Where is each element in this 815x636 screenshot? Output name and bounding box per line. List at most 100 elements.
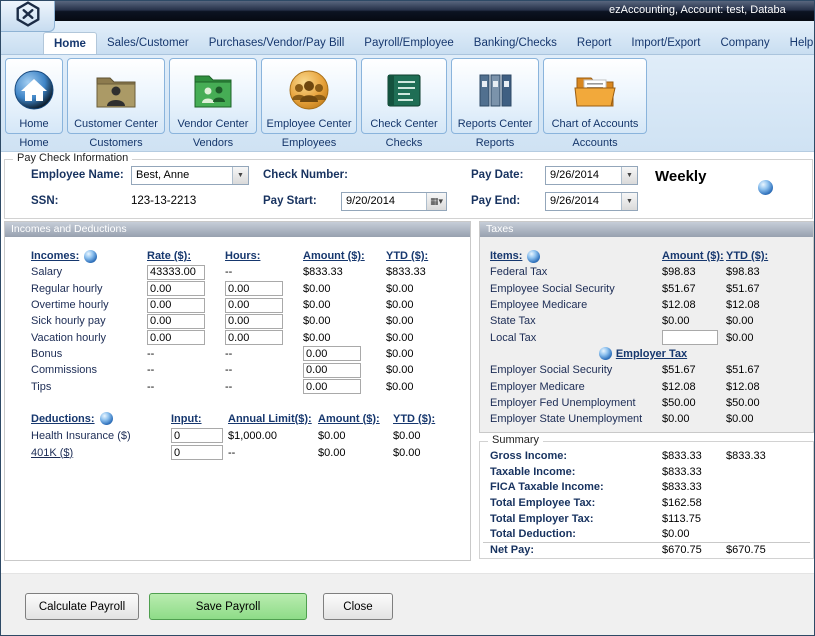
- salary-rate-input[interactable]: [147, 265, 205, 280]
- amount-cell: $0.00: [318, 447, 393, 459]
- input-cell: [171, 428, 228, 443]
- summary-groupbox: Summary Gross Income: $833.33 $833.33 Ta…: [479, 441, 814, 559]
- toolbar-sublabel-customers[interactable]: Customers: [67, 134, 165, 149]
- sick-hourly-rate-input[interactable]: [147, 314, 205, 329]
- income-row-label: Commissions: [31, 364, 147, 376]
- income-row-label: Sick hourly pay: [31, 315, 147, 327]
- 401k-input[interactable]: [171, 445, 223, 460]
- app-logo-button[interactable]: [1, 1, 55, 32]
- rate-header: Rate ($):: [147, 250, 225, 262]
- overtime-hourly-rate-input[interactable]: [147, 298, 205, 313]
- tab-report[interactable]: Report: [567, 32, 622, 54]
- report-binders-icon: [472, 61, 518, 118]
- amount-cell: $0.00: [303, 332, 386, 344]
- hours-cell: --: [225, 364, 303, 376]
- regular-hourly-rate-input[interactable]: [147, 281, 205, 296]
- amount-cell: $98.83: [662, 266, 726, 278]
- rate-cell: --: [147, 381, 225, 393]
- toolbar-button-vendor-center[interactable]: Vendor Center: [169, 58, 257, 134]
- amount-cell: $51.67: [662, 364, 726, 376]
- commissions-amount-input[interactable]: [303, 363, 361, 378]
- calendar-dropdown-icon[interactable]: ▦▾: [426, 193, 446, 210]
- ytd-header: YTD ($):: [386, 250, 452, 262]
- vacation-hourly-hours-input[interactable]: [225, 330, 283, 345]
- toolbar-sublabel-accounts[interactable]: Accounts: [543, 134, 647, 149]
- amount-cell: $0.00: [303, 283, 386, 295]
- tab-import-export[interactable]: Import/Export: [621, 32, 710, 54]
- ytd-cell: $833.33: [386, 266, 452, 278]
- hours-cell: --: [225, 381, 303, 393]
- local-tax-amount-input[interactable]: [662, 330, 718, 345]
- ytd-cell: $0.00: [386, 348, 452, 360]
- tab-banking-checks[interactable]: Banking/Checks: [464, 32, 567, 54]
- help-globe-icon[interactable]: [758, 180, 773, 195]
- tool-home: Home Home: [5, 58, 63, 149]
- employer-tax-subheader: Employer Tax: [490, 347, 796, 360]
- tab-purchases-vendor-pay-bill[interactable]: Purchases/Vendor/Pay Bill: [199, 32, 355, 54]
- deductions-table: Deductions: Input: Annual Limit($): Amou…: [31, 410, 459, 461]
- tool-check-center: Check Center Checks: [361, 58, 447, 149]
- hours-cell: [225, 298, 303, 313]
- pay-date-select[interactable]: 9/26/2014 ▼: [545, 166, 638, 185]
- help-globe-icon[interactable]: [84, 250, 97, 263]
- save-payroll-button[interactable]: Save Payroll: [149, 593, 307, 620]
- chevron-down-icon[interactable]: ▼: [621, 167, 637, 184]
- amount-cell: [303, 346, 386, 361]
- ytd-cell: $12.08: [726, 299, 796, 311]
- title-bar: ezAccounting, Account: test, Databa: [1, 1, 814, 21]
- calculate-payroll-button[interactable]: Calculate Payroll: [25, 593, 139, 620]
- tab-payroll-employee[interactable]: Payroll/Employee: [354, 32, 463, 54]
- tab-help[interactable]: Help: [780, 32, 815, 54]
- tips-amount-input[interactable]: [303, 379, 361, 394]
- chevron-down-icon[interactable]: ▼: [232, 167, 248, 184]
- pay-end-select[interactable]: 9/26/2014 ▼: [545, 192, 638, 211]
- summary-row-label: Net Pay:: [490, 544, 662, 556]
- toolbar-sublabel-checks[interactable]: Checks: [361, 134, 447, 149]
- summary-row-label: Taxable Income:: [490, 466, 662, 478]
- regular-hourly-hours-input[interactable]: [225, 281, 283, 296]
- toolbar-button-reports-center[interactable]: Reports Center: [451, 58, 539, 134]
- help-globe-icon[interactable]: [100, 412, 113, 425]
- tax-row-label: Local Tax: [490, 332, 662, 344]
- tab-sales-customer[interactable]: Sales/Customer: [97, 32, 199, 54]
- toolbar-button-label: Vendor Center: [178, 118, 249, 130]
- hours-cell: [225, 330, 303, 345]
- toolbar-button-customer-center[interactable]: Customer Center: [67, 58, 165, 134]
- income-row-label: Salary: [31, 266, 147, 278]
- ytd-cell: $0.00: [726, 332, 796, 344]
- pay-start-date-input[interactable]: 9/20/2014 ▦▾: [341, 192, 447, 211]
- chevron-down-icon[interactable]: ▼: [621, 193, 637, 210]
- help-globe-icon[interactable]: [599, 347, 612, 360]
- toolbar-sublabel-vendors[interactable]: Vendors: [169, 134, 257, 149]
- tab-home[interactable]: Home: [43, 32, 97, 54]
- toolbar-sublabel-reports[interactable]: Reports: [451, 134, 539, 149]
- toolbar-button-check-center[interactable]: Check Center: [361, 58, 447, 134]
- amount-header: Amount ($):: [318, 413, 393, 425]
- incomes-deductions-panel: Incomes and Deductions Incomes: Rate ($)…: [4, 221, 471, 561]
- rate-cell: [147, 298, 225, 313]
- summary-row-label: FICA Taxable Income:: [490, 481, 662, 493]
- pay-date-value: 9/26/2014: [546, 167, 621, 184]
- window-title: ezAccounting, Account: test, Databa: [609, 4, 786, 16]
- vacation-hourly-rate-input[interactable]: [147, 330, 205, 345]
- overtime-hourly-hours-input[interactable]: [225, 298, 283, 313]
- toolbar-sublabel-employees[interactable]: Employees: [261, 134, 357, 149]
- check-number-input[interactable]: [357, 166, 453, 184]
- toolbar-button-employee-center[interactable]: Employee Center: [261, 58, 357, 134]
- toolbar-button-home[interactable]: Home: [5, 58, 63, 134]
- hours-cell: [225, 281, 303, 296]
- tab-company[interactable]: Company: [710, 32, 779, 54]
- rate-cell: [147, 265, 225, 280]
- toolbar-button-chart-of-accounts[interactable]: Chart of Accounts: [543, 58, 647, 134]
- health-insurance-input[interactable]: [171, 428, 223, 443]
- ytd-cell: $0.00: [386, 283, 452, 295]
- toolbar-sublabel-home[interactable]: Home: [5, 134, 63, 149]
- employee-name-select[interactable]: Best, Anne ▼: [131, 166, 249, 185]
- help-globe-icon[interactable]: [527, 250, 540, 263]
- bonus-amount-input[interactable]: [303, 346, 361, 361]
- taxes-section-header: Taxes: [480, 222, 813, 237]
- sick-hourly-hours-input[interactable]: [225, 314, 283, 329]
- paycheck-info-groupbox: Pay Check Information Employee Name: Bes…: [4, 159, 813, 219]
- vendor-folder-icon: [190, 61, 236, 118]
- close-button[interactable]: Close: [323, 593, 393, 620]
